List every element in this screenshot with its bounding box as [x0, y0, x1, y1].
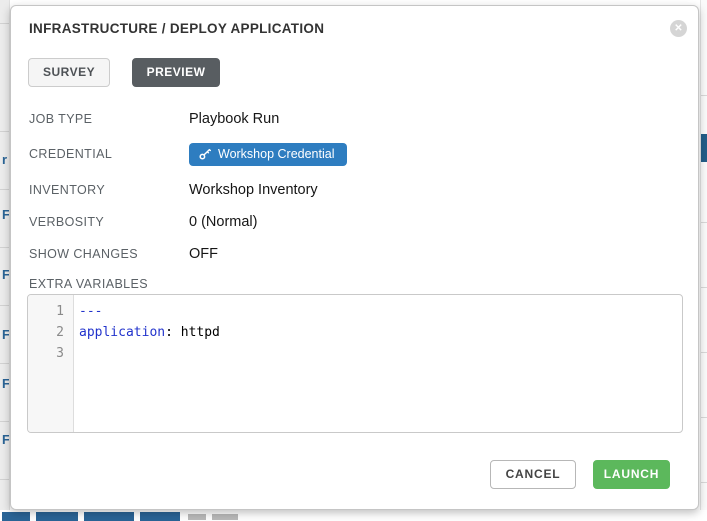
row-divider: [701, 287, 707, 288]
code-line-1: ---: [79, 301, 682, 322]
row-divider: [701, 222, 707, 223]
detail-row-job-type: JOB TYPE Playbook Run: [29, 111, 680, 134]
background-page-bottom-sliver: [0, 510, 707, 521]
clipped-text-fragment: [140, 512, 180, 521]
clipped-link-text: F: [2, 432, 10, 447]
verbosity-value: 0 (Normal): [189, 213, 257, 231]
job-type-value: Playbook Run: [189, 110, 279, 128]
row-divider: [0, 305, 10, 306]
clipped-link-text: F: [2, 267, 10, 282]
yaml-key-token: application: [79, 325, 165, 340]
code-line-3: [79, 343, 682, 364]
background-page-right-sliver: [700, 0, 707, 521]
extra-variables-label: EXTRA VARIABLES: [29, 277, 148, 291]
inventory-value: Workshop Inventory: [189, 181, 318, 199]
clipped-text-fragment: [84, 512, 134, 521]
show-changes-label: SHOW CHANGES: [29, 246, 179, 262]
row-divider: [701, 482, 707, 483]
show-changes-value: OFF: [189, 245, 218, 263]
detail-row-show-changes: SHOW CHANGES OFF: [29, 246, 680, 269]
close-icon[interactable]: ✕: [670, 20, 687, 37]
credential-badge[interactable]: Workshop Credential: [189, 143, 347, 166]
extra-variables-editor[interactable]: 1 2 3 --- application: httpd: [27, 294, 683, 433]
line-number-gutter: 1 2 3: [28, 295, 74, 432]
code-line-2: application: httpd: [79, 322, 682, 343]
deploy-application-modal: INFRASTRUCTURE / DEPLOY APPLICATION ✕ SU…: [10, 5, 699, 510]
credential-label: CREDENTIAL: [29, 143, 179, 166]
row-divider: [0, 479, 10, 480]
yaml-doc-start-token: ---: [79, 304, 102, 319]
row-divider: [0, 421, 10, 422]
clipped-link-text: F: [2, 207, 10, 222]
launch-button[interactable]: LAUNCH: [593, 460, 670, 489]
row-divider: [0, 23, 10, 24]
credential-badge-label: Workshop Credential: [218, 147, 335, 161]
clipped-text-fragment: [212, 514, 238, 520]
clipped-text-fragment: [2, 512, 30, 521]
detail-row-credential: CREDENTIAL Workshop Credential: [29, 143, 680, 166]
row-divider: [0, 363, 10, 364]
clipped-link-text: F: [2, 376, 10, 391]
line-number: 2: [28, 322, 73, 343]
detail-row-inventory: INVENTORY Workshop Inventory: [29, 182, 680, 205]
cancel-button[interactable]: CANCEL: [490, 460, 576, 489]
clipped-link-text: F: [2, 327, 10, 342]
row-divider: [701, 352, 707, 353]
row-divider: [0, 131, 10, 132]
detail-row-verbosity: VERBOSITY 0 (Normal): [29, 214, 680, 237]
row-divider: [701, 417, 707, 418]
line-number: 3: [28, 343, 73, 364]
clipped-text-fragment: [188, 514, 206, 520]
code-area[interactable]: --- application: httpd: [74, 295, 682, 432]
line-number: 1: [28, 301, 73, 322]
tab-preview[interactable]: PREVIEW: [132, 58, 221, 87]
tab-row: SURVEY PREVIEW: [28, 58, 220, 87]
yaml-value-token: : httpd: [165, 325, 220, 340]
tab-survey[interactable]: SURVEY: [28, 58, 110, 87]
key-icon: [199, 148, 211, 160]
row-divider: [0, 247, 10, 248]
modal-title: INFRASTRUCTURE / DEPLOY APPLICATION: [29, 21, 324, 36]
row-divider: [0, 189, 10, 190]
selected-row-marker: [701, 134, 707, 162]
job-type-label: JOB TYPE: [29, 111, 179, 127]
row-divider: [701, 95, 707, 96]
background-page-left-sliver: r F F F F F: [0, 0, 10, 510]
clipped-link-text: r: [2, 152, 7, 167]
clipped-text-fragment: [36, 512, 78, 521]
inventory-label: INVENTORY: [29, 182, 179, 198]
verbosity-label: VERBOSITY: [29, 214, 179, 230]
